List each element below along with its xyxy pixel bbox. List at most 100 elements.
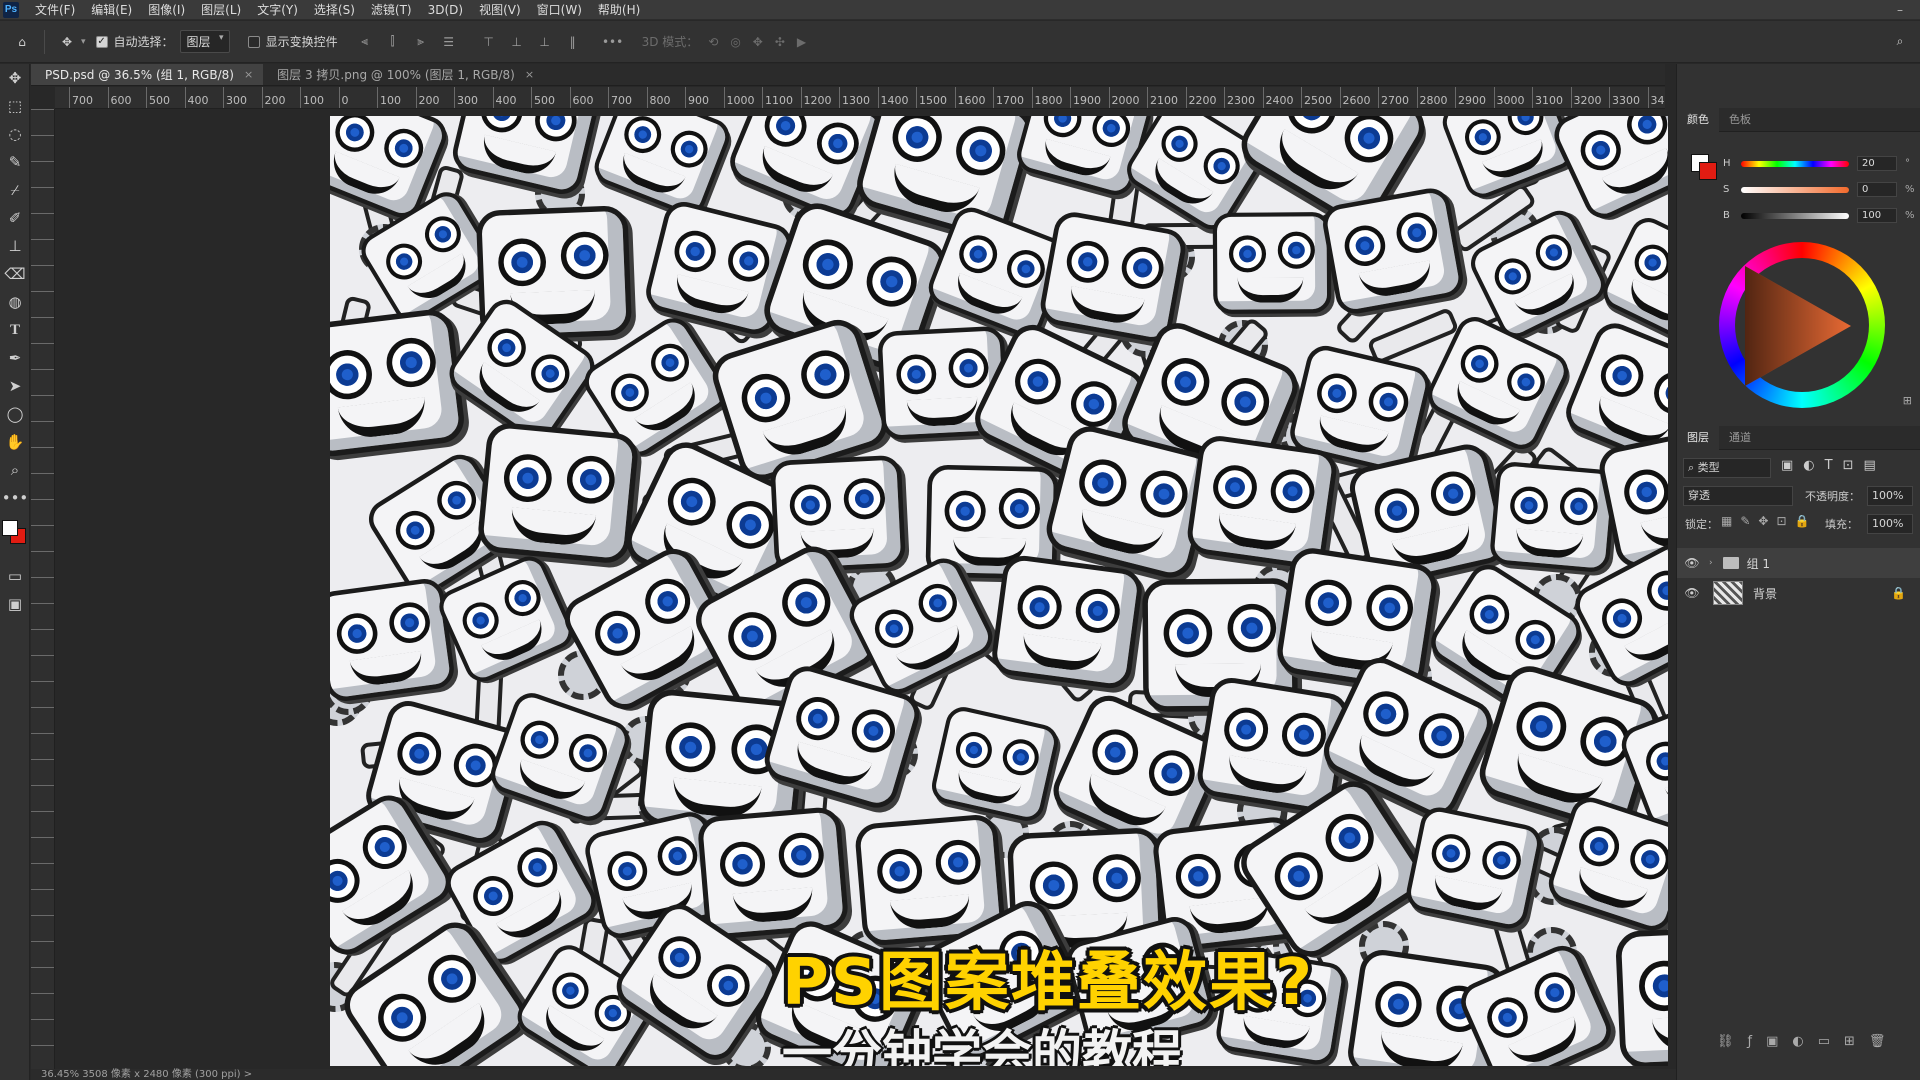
- layers-footer-icons[interactable]: ⛓ƒ▣◐▭⊞🗑: [1717, 1034, 1899, 1049]
- color-wheel[interactable]: [1719, 242, 1885, 408]
- align-vcenter-icon[interactable]: ⊥: [506, 31, 528, 53]
- close-icon[interactable]: ×: [244, 64, 253, 86]
- eyedropper-tool-icon[interactable]: ⌿: [0, 176, 30, 204]
- menu-select[interactable]: 选择(S): [306, 0, 363, 20]
- home-icon[interactable]: ⌂: [8, 28, 36, 56]
- tab-psd[interactable]: PSD.psd @ 36.5% (组 1, RGB/8) ×: [31, 64, 264, 86]
- close-icon[interactable]: ×: [525, 64, 534, 86]
- brush-tool-icon[interactable]: ✐: [0, 204, 30, 232]
- menu-window[interactable]: 窗口(W): [529, 0, 590, 20]
- panel-expand-icon[interactable]: ⊞: [1903, 394, 1912, 407]
- stamp-tool-icon[interactable]: ⊥: [0, 232, 30, 260]
- menu-help[interactable]: 帮助(H): [590, 0, 648, 20]
- robot-eye-decoration: [1277, 231, 1315, 270]
- ruler-tick: [31, 395, 54, 396]
- chevron-down-icon[interactable]: ▾: [81, 37, 86, 47]
- align-right-icon[interactable]: ⫸: [410, 31, 432, 53]
- brightness-value[interactable]: 100: [1857, 208, 1897, 223]
- layer-row-background[interactable]: 👁 背景 🔒: [1677, 578, 1920, 608]
- eraser-tool-icon[interactable]: ⌫: [0, 260, 30, 288]
- menu-layer[interactable]: 图层(L): [193, 0, 249, 20]
- robot-eye-decoration: [1426, 466, 1480, 521]
- more-tools-icon[interactable]: •••: [0, 484, 30, 512]
- minimize-icon[interactable]: –: [1880, 3, 1920, 17]
- hue-slider[interactable]: [1741, 160, 1849, 167]
- color-swatches[interactable]: [0, 512, 29, 562]
- hue-value[interactable]: 20: [1857, 156, 1897, 171]
- foreground-color-swatch[interactable]: [2, 520, 18, 536]
- auto-select-checkbox[interactable]: ✓: [95, 35, 108, 48]
- marquee-tool-icon[interactable]: ⬚: [0, 92, 30, 120]
- robot-eye-decoration: [886, 116, 948, 168]
- layer-row-group1[interactable]: 👁 › 组 1: [1677, 548, 1920, 578]
- align-top-icon[interactable]: ⊤: [478, 31, 500, 53]
- more-options-icon[interactable]: •••: [602, 31, 624, 53]
- bg-color-swatch[interactable]: [1699, 162, 1717, 180]
- ruler-tick: 2600: [1339, 87, 1371, 108]
- menu-3d[interactable]: 3D(D): [420, 0, 471, 20]
- document-canvas[interactable]: PS图案堆叠效果? 一分钟学会的教程: [330, 116, 1668, 1066]
- menu-filter[interactable]: 滤镜(T): [363, 0, 420, 20]
- saturation-slider[interactable]: [1741, 186, 1849, 193]
- visibility-eye-icon[interactable]: 👁: [1681, 586, 1703, 600]
- align-left-icon[interactable]: ⫷: [354, 31, 376, 53]
- robot-eye-decoration: [386, 599, 433, 646]
- robot-eye-decoration: [1039, 116, 1087, 142]
- menu-file[interactable]: 文件(F): [27, 0, 83, 20]
- tab-channels[interactable]: 通道: [1719, 426, 1761, 450]
- hand-tool-icon[interactable]: ✋: [0, 428, 30, 456]
- type-tool-icon[interactable]: T: [0, 316, 30, 344]
- gradient-tool-icon[interactable]: ◍: [0, 288, 30, 316]
- quick-select-tool-icon[interactable]: ✎: [0, 148, 30, 176]
- robot-eye-decoration: [670, 226, 721, 277]
- menu-edit[interactable]: 编辑(E): [83, 0, 140, 20]
- robot-mouth-decoration: [1075, 508, 1164, 561]
- ruler-tick: 700: [608, 87, 632, 108]
- align-buttons: ⫷ ⫿ ⫸ ☰ ⊤ ⊥ ⊥ ‖ •••: [354, 31, 624, 53]
- opacity-value[interactable]: 100%: [1867, 486, 1913, 506]
- chevron-right-icon[interactable]: ›: [1709, 558, 1713, 568]
- distribute-icon[interactable]: ☰: [438, 31, 460, 53]
- robot-eye-decoration: [1528, 965, 1582, 1019]
- search-icon[interactable]: ⌕: [1886, 28, 1914, 56]
- blend-mode-select[interactable]: 穿透: [1683, 486, 1793, 506]
- screen-mode-icon[interactable]: ▣: [0, 590, 30, 618]
- 3d-mode-icons[interactable]: ⟲◎✥✣▶: [708, 35, 818, 49]
- ruler-tick: [31, 837, 54, 838]
- quick-mask-icon[interactable]: ▭: [0, 562, 30, 590]
- layer-filter-icons[interactable]: ▣◐T⊡▤: [1781, 458, 1886, 473]
- tab-color[interactable]: 颜色: [1677, 107, 1719, 132]
- menu-type[interactable]: 文字(Y): [249, 0, 306, 20]
- robot-eye-decoration: [378, 123, 429, 174]
- lock-icons[interactable]: ▦✎✥⊡🔒: [1721, 514, 1817, 528]
- pen-tool-icon[interactable]: ✒: [0, 344, 30, 372]
- brightness-slider[interactable]: [1741, 212, 1849, 219]
- tab-layers[interactable]: 图层: [1677, 425, 1719, 450]
- lasso-tool-icon[interactable]: ◌: [0, 120, 30, 148]
- visibility-eye-icon[interactable]: 👁: [1681, 556, 1703, 570]
- ruler-tick: 1500: [916, 87, 947, 108]
- menu-view[interactable]: 视图(V): [471, 0, 529, 20]
- fill-value[interactable]: 100%: [1867, 514, 1913, 534]
- layer-filter-select[interactable]: ⌕ 类型: [1683, 458, 1771, 478]
- auto-select-dropdown[interactable]: 图层 ▾: [179, 30, 230, 53]
- show-transform-checkbox[interactable]: [247, 35, 260, 48]
- ruler-tick: [31, 759, 54, 760]
- move-tool-icon[interactable]: ✥: [53, 28, 81, 56]
- move-tool-icon[interactable]: ✥: [0, 64, 30, 92]
- saturation-value[interactable]: 0: [1857, 182, 1897, 197]
- menu-image[interactable]: 图像(I): [140, 0, 193, 20]
- align-bottom-icon[interactable]: ⊥: [534, 31, 556, 53]
- tab-swatches[interactable]: 色板: [1719, 108, 1761, 132]
- distribute-v-icon[interactable]: ‖: [562, 31, 584, 53]
- fill-label: 填充：: [1825, 518, 1858, 531]
- robot-eye-decoration: [1639, 564, 1668, 619]
- align-hcenter-icon[interactable]: ⫿: [382, 31, 404, 53]
- tab-png[interactable]: 图层 3 拷贝.png @ 100% (图层 1, RGB/8) ×: [263, 64, 544, 85]
- zoom-tool-icon[interactable]: ⌕: [0, 456, 30, 484]
- ruler-tick: [31, 863, 54, 864]
- robot-eye-decoration: [418, 945, 486, 1013]
- path-select-tool-icon[interactable]: ➤: [0, 372, 30, 400]
- ellipse-tool-icon[interactable]: ◯: [0, 400, 30, 428]
- robot-eye-decoration: [383, 334, 439, 390]
